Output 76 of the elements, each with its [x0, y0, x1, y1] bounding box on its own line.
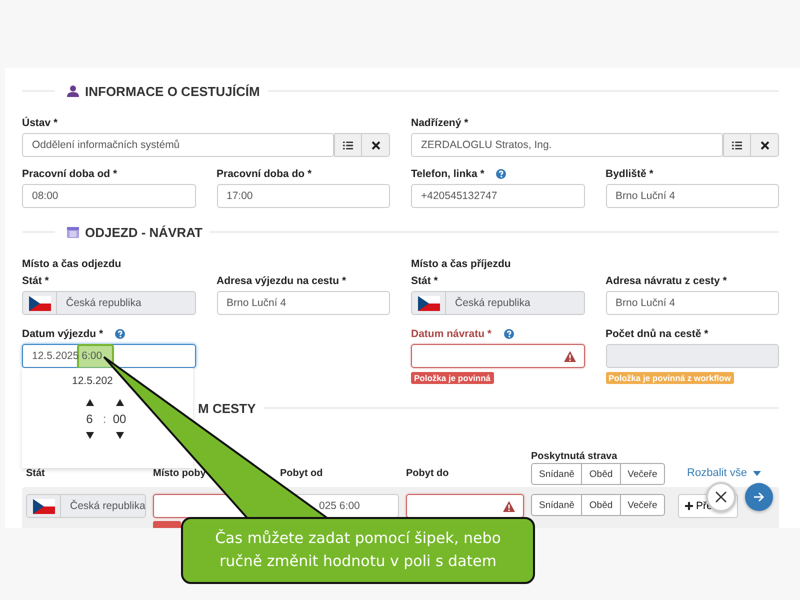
column-header: Pobyt od: [280, 468, 324, 481]
person-icon: [67, 85, 79, 97]
input-field[interactable]: 17:00: [216, 184, 390, 208]
field-label: Pracovní doba od *: [22, 168, 118, 180]
field-label: Nadřízený *: [411, 117, 468, 129]
up-arrow-icon[interactable]: [86, 399, 94, 406]
section-title: M CESTY: [198, 400, 256, 416]
field-label: Datum návratu *: [411, 328, 492, 340]
plus-icon: [685, 502, 693, 510]
meal-toggle[interactable]: Snídaně: [531, 463, 582, 485]
flag-icon: [418, 296, 440, 310]
list-icon: [343, 140, 353, 150]
section-title: ODJEZD - NÁVRAT: [85, 224, 202, 240]
clear-button[interactable]: [751, 133, 779, 157]
meal-toggle[interactable]: Oběd: [581, 494, 621, 516]
time-separator: :: [102, 412, 108, 426]
input-field[interactable]: 08:00: [22, 184, 196, 208]
input-field[interactable]: Brno Luční 4: [606, 291, 779, 315]
field-label: Adresa výjezdu na cestu *: [216, 275, 348, 287]
validation-badge: Položka je povinná: [411, 372, 494, 384]
country-select[interactable]: Česká republika: [26, 494, 146, 518]
warning-icon: [503, 501, 515, 512]
field-label: Adresa návratu z cesty *: [606, 275, 728, 287]
country-value: Česká republika: [70, 500, 146, 512]
field-label: Ústav *: [22, 117, 58, 129]
meal-toggle[interactable]: Snídaně: [531, 494, 582, 516]
help-icon[interactable]: [504, 329, 514, 339]
column-header: Poskytnutá strava: [531, 451, 618, 463]
field-label: Datum výjezdu *: [22, 328, 104, 340]
flag-icon: [32, 498, 54, 514]
list-icon: [732, 140, 742, 150]
field-label: Počet dnů na cestě *: [606, 328, 710, 340]
down-arrow-icon[interactable]: [86, 432, 94, 439]
group-heading: Místo a čas odjezdu: [22, 257, 122, 271]
close-icon: [715, 491, 727, 503]
down-arrow-icon[interactable]: [116, 432, 124, 439]
caret-icon: [753, 471, 761, 476]
group-heading: Místo a čas příjezdu: [411, 257, 512, 271]
column-header: Pobyt do: [406, 468, 450, 481]
input-field[interactable]: [406, 494, 524, 518]
input-field[interactable]: [411, 344, 584, 368]
input-field[interactable]: Brno Luční 4: [606, 184, 779, 208]
list-button[interactable]: [334, 133, 362, 157]
minute-value[interactable]: 00: [112, 412, 126, 426]
column-header: Místo poby: [153, 468, 207, 481]
input-field[interactable]: Brno Luční 4: [216, 291, 390, 315]
help-icon[interactable]: [496, 169, 506, 179]
validation-badge: Položka je povinná z workflow: [606, 372, 734, 384]
meal-toggle[interactable]: Oběd: [581, 463, 621, 485]
callout-bubble: Čas můžete zadat pomocí šipek, nebo ručně změnit hodnotu v poli s datem: [181, 517, 535, 584]
expand-all-link[interactable]: Rozbalit vše: [687, 467, 761, 485]
input-field[interactable]: +420545132747: [411, 184, 584, 208]
picker-date[interactable]: 12.5.202: [72, 375, 113, 387]
validation-badge: [153, 521, 181, 528]
up-arrow-icon[interactable]: [116, 399, 124, 406]
hour-value[interactable]: 6: [86, 412, 93, 426]
list-button[interactable]: [723, 133, 751, 157]
arrow-right-icon: [753, 491, 765, 503]
flag-icon: [28, 296, 50, 310]
input-field[interactable]: Oddělení informačních systémů: [22, 133, 334, 157]
input-field[interactable]: ZERDALOGLU Stratos, Ing.: [411, 133, 723, 157]
help-icon[interactable]: [115, 329, 126, 339]
close-icon: [370, 140, 380, 150]
field-label: Stát *: [22, 275, 50, 287]
calendar-icon: [67, 226, 79, 238]
field-label: Stát *: [411, 275, 439, 287]
field-label: Pracovní doba do *: [216, 168, 312, 180]
field-label: Bydliště *: [606, 168, 654, 180]
meal-toggle[interactable]: Večeře: [620, 463, 666, 485]
column-header: Stát: [26, 468, 46, 481]
meal-toggle[interactable]: Večeře: [620, 494, 666, 516]
field-label: Telefon, linka *: [411, 168, 484, 180]
section-title: INFORMACE O CESTUJÍCÍM: [85, 84, 260, 98]
clear-button[interactable]: [362, 133, 390, 157]
close-icon: [760, 140, 770, 150]
warning-icon: [564, 351, 576, 362]
